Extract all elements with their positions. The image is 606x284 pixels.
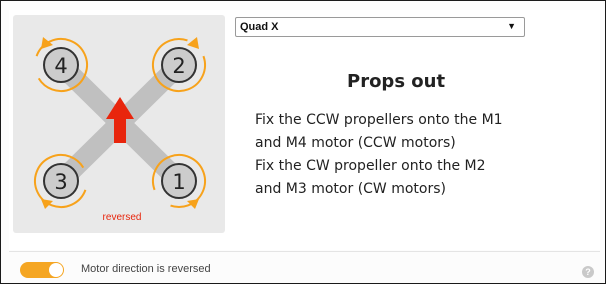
motor-direction-panel: 4 2 3 1 reversed Quad X ▼ Props out Fix …: [0, 0, 606, 284]
instruction-line: Fix the CCW propellers onto the M1: [255, 112, 503, 128]
rotation-arrow-icon: [187, 199, 199, 209]
motor-label-4: 4: [54, 54, 67, 78]
motor-label-3: 3: [54, 170, 67, 194]
quad-x-diagram: 4 2 3 1 reversed: [13, 15, 225, 233]
motor-label-2: 2: [172, 54, 185, 78]
instructions-text: Fix the CCW propellers onto the M1 and M…: [255, 109, 575, 201]
quad-x-svg: 4 2 3 1 reversed: [33, 37, 206, 223]
motor-label-1: 1: [172, 170, 185, 194]
toggle-label: Motor direction is reversed: [81, 263, 211, 275]
reversed-label: reversed: [103, 212, 142, 223]
rotation-arrow-icon: [41, 199, 53, 209]
instruction-line: and M4 motor (CCW motors): [255, 135, 456, 151]
instruction-line: Fix the CW propeller onto the M2: [255, 158, 486, 174]
instructions-title: Props out: [347, 71, 446, 92]
instruction-line: and M3 motor (CW motors): [255, 181, 446, 197]
chevron-down-icon: ▼: [507, 21, 516, 31]
motor-direction-toggle[interactable]: [20, 262, 64, 278]
divider: [9, 251, 600, 252]
rotation-arrow-icon: [41, 37, 53, 49]
frame-type-select[interactable]: Quad X ▼: [235, 17, 525, 37]
toggle-knob: [49, 263, 63, 277]
help-icon[interactable]: ?: [582, 266, 594, 278]
frame-type-value: Quad X: [240, 21, 279, 33]
rotation-arrow-icon: [187, 37, 199, 49]
